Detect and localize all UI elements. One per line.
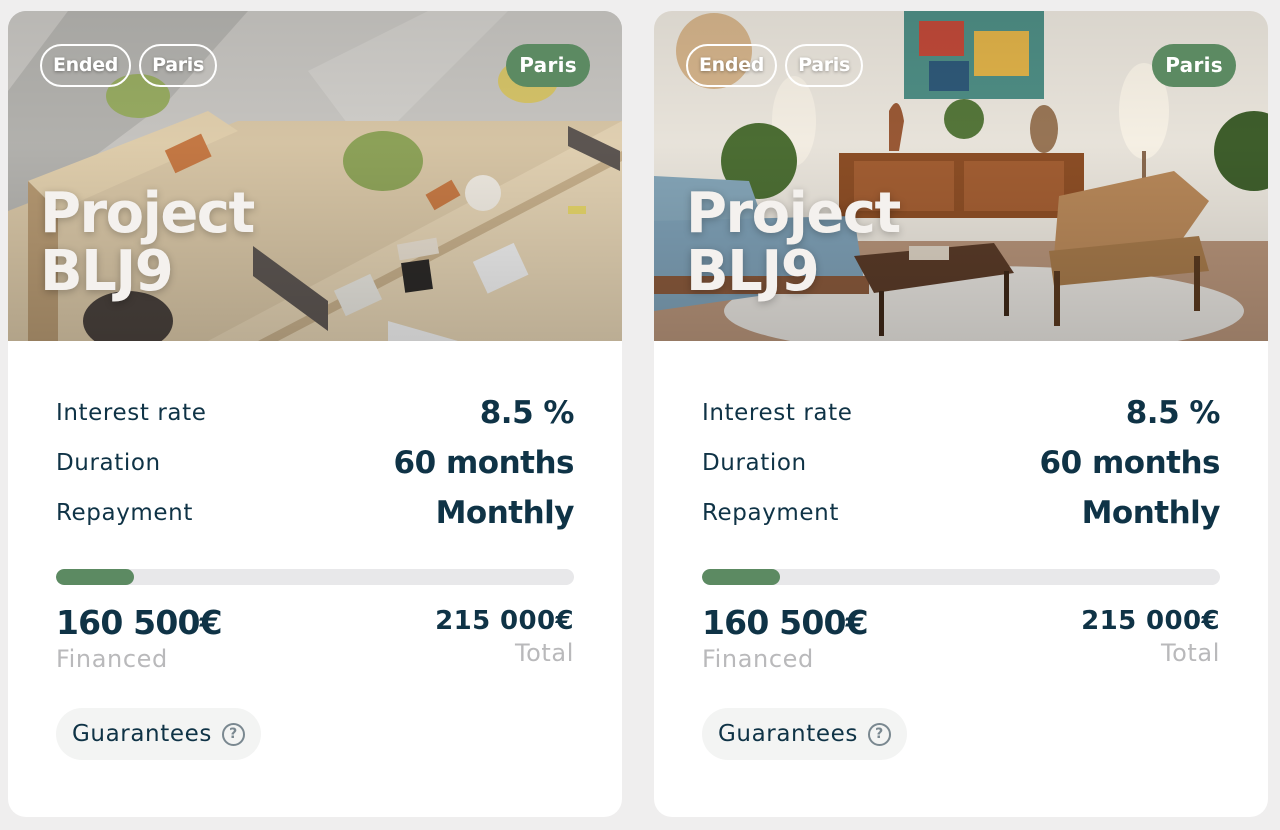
funding-amounts: 160 500€ Financed 215 000€ Total — [702, 603, 1220, 673]
total-amount: 215 000€ — [435, 606, 574, 636]
location-tag: Paris — [139, 44, 218, 87]
financed-amount: 160 500€ — [702, 603, 869, 642]
stat-value: 8.5 % — [479, 395, 575, 431]
status-tags: Ended Paris — [40, 44, 218, 87]
stat-repayment: Repayment Monthly — [56, 488, 575, 538]
financed-amount: 160 500€ — [56, 603, 223, 642]
stat-duration: Duration 60 months — [702, 438, 1221, 488]
financed-block: 160 500€ Financed — [56, 603, 223, 673]
project-image[interactable]: Ended Paris Paris Project BLJ9 — [654, 11, 1268, 341]
stat-repayment: Repayment Monthly — [702, 488, 1221, 538]
help-icon[interactable]: ? — [221, 722, 245, 746]
guarantees-label: Guarantees — [718, 721, 858, 747]
total-block: 215 000€ Total — [1081, 603, 1220, 673]
funding-progress-fill — [56, 569, 134, 585]
card-body: Interest rate 8.5 % Duration 60 months R… — [654, 388, 1268, 760]
project-title[interactable]: Project BLJ9 — [40, 185, 360, 301]
stat-label: Interest rate — [56, 400, 207, 426]
stat-value: 60 months — [393, 445, 575, 481]
financed-label: Financed — [702, 645, 814, 673]
funding-progress-bar — [56, 569, 574, 585]
total-block: 215 000€ Total — [435, 603, 574, 673]
guarantees-button[interactable]: Guarantees ? — [56, 708, 261, 760]
status-tags: Ended Paris — [686, 44, 864, 87]
funding-amounts: 160 500€ Financed 215 000€ Total — [56, 603, 574, 673]
project-stats: Interest rate 8.5 % Duration 60 months R… — [702, 388, 1221, 538]
financed-label: Financed — [56, 645, 168, 673]
status-tag: Ended — [40, 44, 132, 87]
stat-label: Duration — [702, 450, 807, 476]
project-card[interactable]: Ended Paris Paris Project BLJ9 Interest … — [654, 11, 1268, 817]
guarantees-label: Guarantees — [72, 721, 212, 747]
stat-value: Monthly — [1081, 495, 1221, 531]
location-tag: Paris — [785, 44, 864, 87]
city-badge: Paris — [506, 44, 590, 87]
stat-label: Duration — [56, 450, 161, 476]
project-title[interactable]: Project BLJ9 — [686, 185, 1006, 301]
project-cards: Ended Paris Paris Project BLJ9 Interest … — [0, 0, 1280, 830]
stat-interest-rate: Interest rate 8.5 % — [702, 388, 1221, 438]
total-label: Total — [514, 639, 574, 667]
project-image[interactable]: Ended Paris Paris Project BLJ9 — [8, 11, 622, 341]
guarantees-button[interactable]: Guarantees ? — [702, 708, 907, 760]
project-stats: Interest rate 8.5 % Duration 60 months R… — [56, 388, 575, 538]
stat-value: 8.5 % — [1125, 395, 1221, 431]
card-body: Interest rate 8.5 % Duration 60 months R… — [8, 388, 622, 760]
total-label: Total — [1160, 639, 1220, 667]
financed-block: 160 500€ Financed — [702, 603, 869, 673]
stat-label: Interest rate — [702, 400, 853, 426]
project-card[interactable]: Ended Paris Paris Project BLJ9 Interest … — [8, 11, 622, 817]
status-tag: Ended — [686, 44, 778, 87]
stat-duration: Duration 60 months — [56, 438, 575, 488]
stat-label: Repayment — [56, 500, 193, 526]
stat-label: Repayment — [702, 500, 839, 526]
stat-value: 60 months — [1039, 445, 1221, 481]
funding-progress-fill — [702, 569, 780, 585]
stat-value: Monthly — [435, 495, 575, 531]
help-icon[interactable]: ? — [867, 722, 891, 746]
stat-interest-rate: Interest rate 8.5 % — [56, 388, 575, 438]
total-amount: 215 000€ — [1081, 606, 1220, 636]
city-badge: Paris — [1152, 44, 1236, 87]
funding-progress-bar — [702, 569, 1220, 585]
